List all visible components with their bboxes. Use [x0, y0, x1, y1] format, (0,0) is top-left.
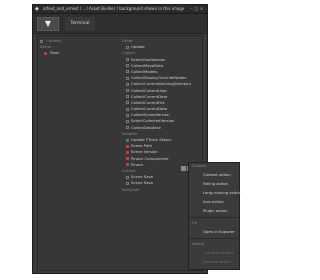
menu-item[interactable]: Plugin action [189, 206, 239, 215]
menu-item[interactable]: Context action [189, 170, 239, 179]
menu-item[interactable]: Inactive action [189, 257, 239, 266]
funnel-logo-icon[interactable]: ▼ [37, 17, 59, 31]
action-icon [194, 259, 199, 264]
action-icon [194, 208, 199, 213]
item-checkbox[interactable] [44, 51, 47, 55]
menu-section-label: OS [192, 221, 198, 225]
context-menu: Context Context action Failing action Lo… [188, 162, 241, 270]
action-icon [194, 172, 199, 177]
menu-section-label: Context [192, 164, 207, 168]
menu-item[interactable]: Failing action [189, 179, 239, 188]
window-title: alfred_and_ernest / .../ Asset Builder /… [43, 6, 185, 11]
toolbar: ▼ Terminal [33, 14, 207, 34]
menu-separator [189, 238, 239, 239]
menu-separator [189, 217, 239, 218]
action-icon [194, 190, 199, 195]
left-column: Context Items Root [40, 38, 118, 57]
menu-item[interactable]: Open in Explorer [189, 227, 239, 236]
pyblish-window: ◆ alfred_and_ernest / .../ Asset Builder… [32, 4, 208, 274]
section-checkbox[interactable] [40, 39, 43, 43]
action-icon [194, 199, 199, 204]
tab-terminal[interactable]: Terminal [65, 17, 95, 31]
folder-icon [194, 229, 199, 234]
list-item[interactable]: Root [40, 50, 118, 56]
title-bar[interactable]: ◆ alfred_and_ernest / .../ Asset Builder… [33, 5, 207, 14]
action-icon [194, 181, 199, 186]
window-controls: – □ × [189, 6, 205, 12]
menu-item[interactable]: Long-running action [189, 188, 241, 197]
menu-item[interactable]: Icon action [189, 197, 239, 206]
action-icon[interactable] [181, 166, 186, 171]
app-icon: ◆ [35, 6, 39, 12]
menu-item[interactable]: Unit false action [189, 248, 239, 257]
main-panel: Context Items Root Other Update Collect … [37, 35, 203, 271]
menu-section-label: Debug [192, 242, 204, 246]
close-button[interactable]: × [199, 6, 204, 12]
action-icon [194, 250, 199, 255]
